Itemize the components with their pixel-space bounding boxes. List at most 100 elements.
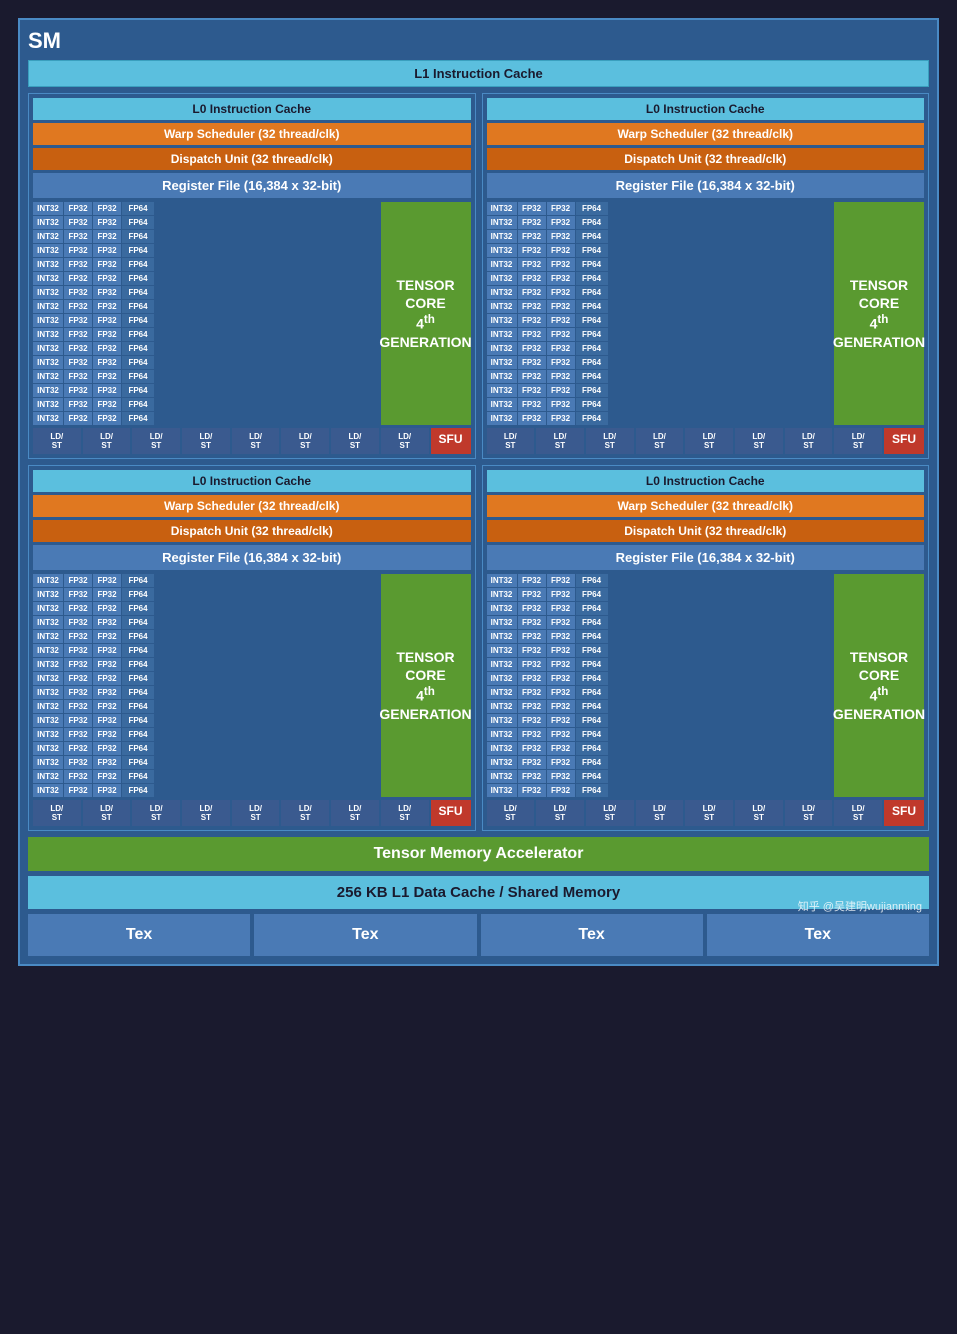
int32-cell: INT32 bbox=[487, 398, 517, 411]
ld-st-cell: LD/ST bbox=[536, 428, 584, 454]
dispatch-unit-2: Dispatch Unit (32 thread/clk) bbox=[487, 148, 925, 170]
tensor-core-1: TENSOR CORE4th GENERATION bbox=[381, 202, 471, 425]
warp-scheduler-4: Warp Scheduler (32 thread/clk) bbox=[487, 495, 925, 517]
fp64-cell: FP64 bbox=[122, 230, 154, 243]
sfu-cell-3: SFU bbox=[431, 800, 471, 826]
int32-cell: INT32 bbox=[487, 686, 517, 699]
fp32-cell: FP32 bbox=[93, 658, 121, 671]
warp-scheduler-2: Warp Scheduler (32 thread/clk) bbox=[487, 123, 925, 145]
int32-cell: INT32 bbox=[33, 398, 63, 411]
fp64-cell: FP64 bbox=[576, 588, 608, 601]
int32-cell: INT32 bbox=[487, 216, 517, 229]
ld-st-cell: LD/ST bbox=[83, 428, 131, 454]
fp32-cell: FP32 bbox=[64, 356, 92, 369]
int32-cell: INT32 bbox=[487, 314, 517, 327]
fp32-cell: FP32 bbox=[518, 728, 546, 741]
ld-st-cell: LD/ST bbox=[586, 428, 634, 454]
int32-cell: INT32 bbox=[487, 630, 517, 643]
fp64-cell: FP64 bbox=[576, 286, 608, 299]
fp32-cell: FP32 bbox=[518, 384, 546, 397]
fp32-cell: FP32 bbox=[93, 686, 121, 699]
int32-cell: INT32 bbox=[487, 672, 517, 685]
core-row: INT32FP32FP32FP64 bbox=[487, 672, 832, 685]
fp32-cell: FP32 bbox=[93, 630, 121, 643]
page-wrapper: SM L1 Instruction Cache L0 Instruction C… bbox=[10, 10, 947, 974]
dispatch-unit-3: Dispatch Unit (32 thread/clk) bbox=[33, 520, 471, 542]
fp32-cell: FP32 bbox=[518, 216, 546, 229]
core-row: INT32 FP32 FP32 FP64 bbox=[33, 258, 378, 271]
ld-st-cell: LD/ST bbox=[331, 428, 379, 454]
int32-cell: INT32 bbox=[487, 644, 517, 657]
core-row: INT32FP32FP32FP64 bbox=[487, 644, 832, 657]
l1-instruction-cache: L1 Instruction Cache bbox=[28, 60, 929, 87]
fp32-cell: FP32 bbox=[518, 630, 546, 643]
core-row: INT32FP32FP32FP64 bbox=[487, 244, 832, 257]
fp32-cell: FP32 bbox=[547, 300, 575, 313]
int32-cell: INT32 bbox=[487, 742, 517, 755]
fp64-cell: FP64 bbox=[122, 686, 154, 699]
fp32-cell: FP32 bbox=[518, 588, 546, 601]
int32-cell: INT32 bbox=[33, 286, 63, 299]
fp32-cell: FP32 bbox=[64, 658, 92, 671]
ld-st-cell: LD/ST bbox=[182, 800, 230, 826]
core-row: INT32FP32FP32FP64 bbox=[33, 574, 378, 587]
fp32-cell: FP32 bbox=[93, 398, 121, 411]
fp32-cell: FP32 bbox=[93, 784, 121, 797]
fp32-cell: FP32 bbox=[518, 342, 546, 355]
ld-st-cell: LD/ST bbox=[636, 428, 684, 454]
sfu-cell-2: SFU bbox=[884, 428, 924, 454]
fp64-cell: FP64 bbox=[576, 384, 608, 397]
fp32-cell: FP32 bbox=[64, 398, 92, 411]
fp32-cell: FP32 bbox=[93, 286, 121, 299]
fp32-cell: FP32 bbox=[518, 742, 546, 755]
fp32-cell: FP32 bbox=[518, 644, 546, 657]
core-row: INT32 FP32 FP32 FP64 bbox=[33, 202, 378, 215]
fp64-cell: FP64 bbox=[122, 742, 154, 755]
int32-cell: INT32 bbox=[33, 588, 63, 601]
fp32-cell: FP32 bbox=[93, 216, 121, 229]
fp32-cell: FP32 bbox=[93, 756, 121, 769]
ld-st-cell: LD/ST bbox=[331, 800, 379, 826]
watermark: 知乎 @吴建明wujianming bbox=[798, 898, 922, 914]
core-row: INT32FP32FP32FP64 bbox=[487, 314, 832, 327]
tex-row: Tex Tex Tex Tex bbox=[28, 914, 929, 956]
fp64-cell: FP64 bbox=[576, 756, 608, 769]
int32-cell: INT32 bbox=[487, 728, 517, 741]
fp64-cell: FP64 bbox=[576, 244, 608, 257]
core-row: INT32FP32FP32FP64 bbox=[487, 328, 832, 341]
fp32-cell: FP32 bbox=[518, 244, 546, 257]
fp64-cell: FP64 bbox=[122, 370, 154, 383]
ld-st-cell: LD/ST bbox=[232, 800, 280, 826]
dispatch-unit-4: Dispatch Unit (32 thread/clk) bbox=[487, 520, 925, 542]
fp64-cell: FP64 bbox=[576, 412, 608, 425]
fp32-cell: FP32 bbox=[64, 616, 92, 629]
fp32-cell: FP32 bbox=[547, 342, 575, 355]
fp32-cell: FP32 bbox=[547, 616, 575, 629]
compute-area-4: INT32FP32FP32FP64 INT32FP32FP32FP64 INT3… bbox=[487, 574, 925, 797]
int32-cell: INT32 bbox=[33, 770, 63, 783]
ld-st-cell: LD/ST bbox=[232, 428, 280, 454]
tensor-core-text-4: TENSOR CORE4th GENERATION bbox=[833, 648, 925, 723]
fp32-cell: FP32 bbox=[547, 384, 575, 397]
core-row: INT32FP32FP32FP64 bbox=[487, 574, 832, 587]
int32-cell: INT32 bbox=[487, 602, 517, 615]
fp32-cell: FP32 bbox=[518, 784, 546, 797]
fp32-cell: FP32 bbox=[547, 644, 575, 657]
int32-cell: INT32 bbox=[33, 700, 63, 713]
int32-cell: INT32 bbox=[33, 672, 63, 685]
warp-scheduler-1: Warp Scheduler (32 thread/clk) bbox=[33, 123, 471, 145]
ld-st-cell: LD/ST bbox=[586, 800, 634, 826]
dispatch-unit-1: Dispatch Unit (32 thread/clk) bbox=[33, 148, 471, 170]
core-row: INT32FP32FP32FP64 bbox=[33, 616, 378, 629]
core-row: INT32FP32FP32FP64 bbox=[487, 412, 832, 425]
fp32-cell: FP32 bbox=[64, 342, 92, 355]
core-row: INT32FP32FP32FP64 bbox=[487, 370, 832, 383]
fp32-cell: FP32 bbox=[64, 672, 92, 685]
tex-cell-3: Tex bbox=[481, 914, 703, 956]
ld-st-cell: LD/ST bbox=[834, 428, 882, 454]
int32-cell: INT32 bbox=[33, 258, 63, 271]
tex-cell-2: Tex bbox=[254, 914, 476, 956]
fp32-cell: FP32 bbox=[547, 784, 575, 797]
fp32-cell: FP32 bbox=[518, 272, 546, 285]
ld-st-row-2: LD/ST LD/ST LD/ST LD/ST LD/ST LD/ST LD/S… bbox=[487, 428, 925, 454]
